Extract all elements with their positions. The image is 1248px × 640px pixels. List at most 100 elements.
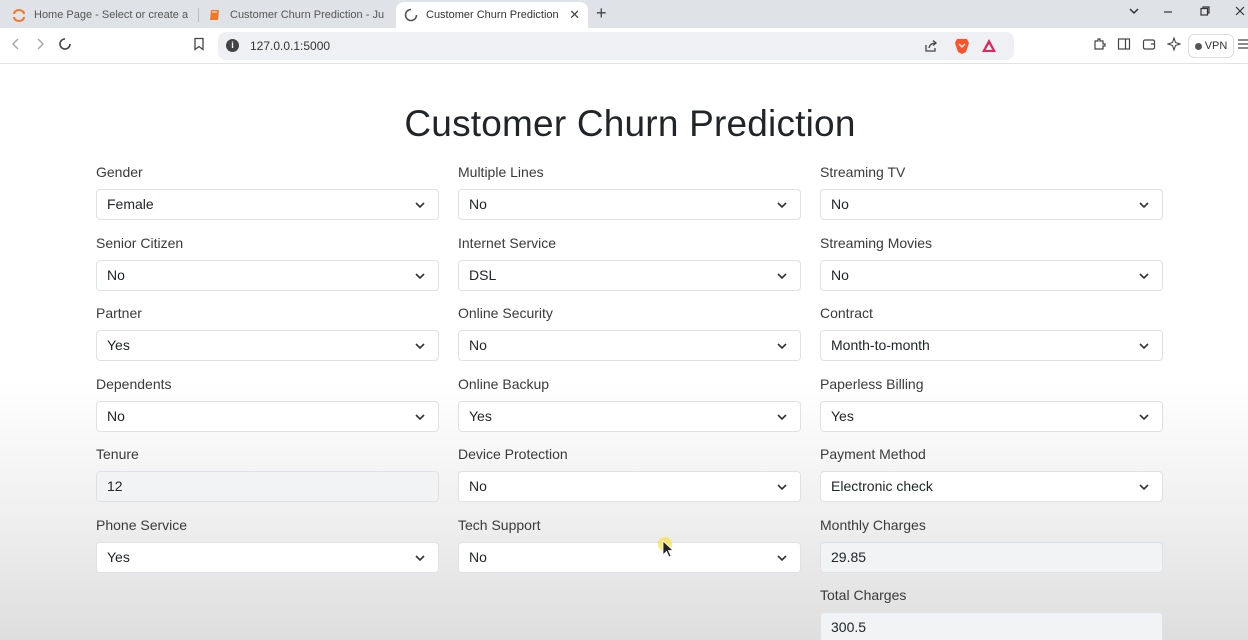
field-internet-service: Internet Service DSL bbox=[458, 235, 801, 306]
online-backup-label: Online Backup bbox=[458, 375, 550, 392]
senior-citizen-select[interactable]: No bbox=[96, 259, 439, 291]
field-contract: Contract Month-to-month bbox=[820, 305, 1163, 376]
online-security-value: No bbox=[469, 337, 487, 353]
new-tab-icon[interactable]: + bbox=[596, 4, 607, 22]
total-charges-value: 300.5 bbox=[831, 619, 867, 635]
internet-service-label: Internet Service bbox=[458, 234, 557, 251]
contract-select[interactable]: Month-to-month bbox=[820, 330, 1163, 361]
share-icon[interactable] bbox=[924, 39, 938, 58]
chevron-down-icon bbox=[777, 202, 787, 209]
partner-value: Yes bbox=[107, 337, 130, 353]
internet-service-select[interactable]: DSL bbox=[458, 259, 801, 291]
tenure-input[interactable]: 12 bbox=[96, 471, 439, 502]
stop-loading-icon[interactable] bbox=[58, 37, 72, 55]
chevron-down-icon bbox=[415, 343, 425, 350]
tech-support-label: Tech Support bbox=[458, 516, 541, 533]
field-senior-citizen: Senior Citizen No bbox=[96, 235, 439, 306]
tab-label: Customer Churn Prediction bbox=[426, 9, 559, 21]
bookmark-icon[interactable] bbox=[193, 37, 205, 55]
url-text: 127.0.0.1:5000 bbox=[250, 39, 331, 53]
chevron-down-icon bbox=[1139, 343, 1149, 350]
address-bar[interactable]: i 127.0.0.1:5000 bbox=[218, 32, 1014, 60]
senior-citizen-label: Senior Citizen bbox=[96, 234, 184, 251]
jupyter-icon bbox=[12, 8, 26, 22]
streaming-movies-label: Streaming Movies bbox=[820, 234, 933, 251]
phone-service-value: Yes bbox=[107, 548, 130, 565]
chevron-down-icon bbox=[777, 343, 787, 350]
paperless-billing-select[interactable]: Yes bbox=[820, 400, 1163, 432]
online-security-select[interactable]: No bbox=[458, 330, 801, 361]
device-protection-select[interactable]: No bbox=[458, 471, 801, 502]
field-monthly-charges: Monthly Charges 29.85 bbox=[820, 517, 1163, 588]
vpn-label: VPN bbox=[1204, 40, 1228, 52]
streaming-tv-value: No bbox=[831, 196, 849, 212]
chevron-down-icon bbox=[777, 272, 787, 279]
browser-toolbar: i 127.0.0.1:5000 VPN bbox=[0, 28, 1248, 64]
chevron-down-icon bbox=[415, 202, 425, 209]
monthly-charges-input[interactable]: 29.85 bbox=[820, 541, 1163, 573]
tab-list-chevron-icon[interactable] bbox=[1128, 4, 1140, 22]
gender-select[interactable]: Female bbox=[96, 189, 439, 220]
streaming-movies-select[interactable]: No bbox=[820, 259, 1163, 291]
paperless-billing-label: Paperless Billing bbox=[820, 375, 924, 392]
menu-icon[interactable] bbox=[1238, 37, 1248, 55]
payment-method-select[interactable]: Electronic check bbox=[820, 471, 1163, 502]
chevron-down-icon bbox=[415, 554, 425, 561]
tech-support-value: No bbox=[469, 548, 487, 565]
device-protection-value: No bbox=[469, 478, 487, 494]
dependents-value: No bbox=[107, 407, 125, 424]
streaming-tv-select[interactable]: No bbox=[820, 189, 1163, 220]
leo-ai-icon[interactable] bbox=[1166, 36, 1182, 55]
close-tab-icon[interactable]: ✕ bbox=[569, 8, 580, 22]
phone-service-select[interactable]: Yes bbox=[96, 541, 439, 573]
field-streaming-tv: Streaming TV No bbox=[820, 164, 1163, 235]
online-security-label: Online Security bbox=[458, 305, 553, 321]
field-streaming-movies: Streaming Movies No bbox=[820, 235, 1163, 306]
back-icon[interactable] bbox=[10, 37, 22, 55]
monthly-charges-label: Monthly Charges bbox=[820, 516, 926, 533]
paperless-billing-value: Yes bbox=[831, 407, 854, 424]
minimize-icon[interactable] bbox=[1162, 4, 1174, 22]
dependents-label: Dependents bbox=[96, 375, 172, 392]
tech-support-select[interactable]: No bbox=[458, 541, 801, 573]
chevron-down-icon bbox=[777, 413, 787, 420]
chevron-down-icon bbox=[415, 413, 425, 420]
chevron-down-icon bbox=[1139, 413, 1149, 420]
page-content: Customer Churn Prediction Gender Female Se… bbox=[0, 65, 1248, 640]
field-total-charges: Total Charges 300.5 bbox=[820, 587, 1163, 640]
contract-value: Month-to-month bbox=[831, 337, 930, 353]
tab-jupyter-notebook[interactable]: Customer Churn Prediction - Jupyter Note… bbox=[200, 2, 392, 28]
device-protection-label: Device Protection bbox=[458, 446, 568, 462]
brave-rewards-icon[interactable] bbox=[981, 38, 997, 59]
total-charges-input[interactable]: 300.5 bbox=[820, 612, 1163, 640]
field-phone-service: Phone Service Yes bbox=[96, 517, 439, 588]
loading-spinner-icon bbox=[404, 8, 418, 22]
field-device-protection: Device Protection No bbox=[458, 446, 801, 517]
tab-label: Home Page - Select or create a notebook bbox=[34, 9, 188, 21]
restore-icon[interactable] bbox=[1199, 4, 1211, 22]
form-column-1: Gender Female Senior Citizen No Partner Yes De… bbox=[96, 164, 439, 587]
notebook-icon bbox=[208, 8, 222, 22]
online-backup-select[interactable]: Yes bbox=[458, 400, 801, 432]
tenure-label: Tenure bbox=[96, 446, 139, 462]
mouse-cursor-icon bbox=[658, 537, 674, 558]
site-info-icon[interactable]: i bbox=[226, 39, 239, 52]
close-window-icon[interactable] bbox=[1234, 4, 1246, 22]
tab-home-page[interactable]: Home Page - Select or create a notebook bbox=[4, 2, 196, 28]
page-title: Customer Churn Prediction bbox=[404, 103, 856, 144]
field-gender: Gender Female bbox=[96, 164, 439, 235]
tab-customer-churn-prediction[interactable]: Customer Churn Prediction ✕ bbox=[396, 2, 588, 28]
monthly-charges-value: 29.85 bbox=[831, 548, 867, 565]
brave-shields-icon[interactable] bbox=[954, 37, 970, 60]
streaming-tv-label: Streaming TV bbox=[820, 164, 906, 180]
dependents-select[interactable]: No bbox=[96, 400, 439, 432]
wallet-icon[interactable] bbox=[1142, 37, 1156, 55]
partner-select[interactable]: Yes bbox=[96, 330, 439, 361]
partner-label: Partner bbox=[96, 305, 142, 321]
multiple-lines-select[interactable]: No bbox=[458, 189, 801, 220]
gender-value: Female bbox=[107, 196, 154, 212]
forward-icon[interactable] bbox=[34, 37, 46, 55]
extensions-icon[interactable] bbox=[1092, 37, 1106, 55]
vpn-button[interactable]: VPN bbox=[1188, 34, 1234, 58]
sidebar-icon[interactable] bbox=[1117, 37, 1131, 55]
